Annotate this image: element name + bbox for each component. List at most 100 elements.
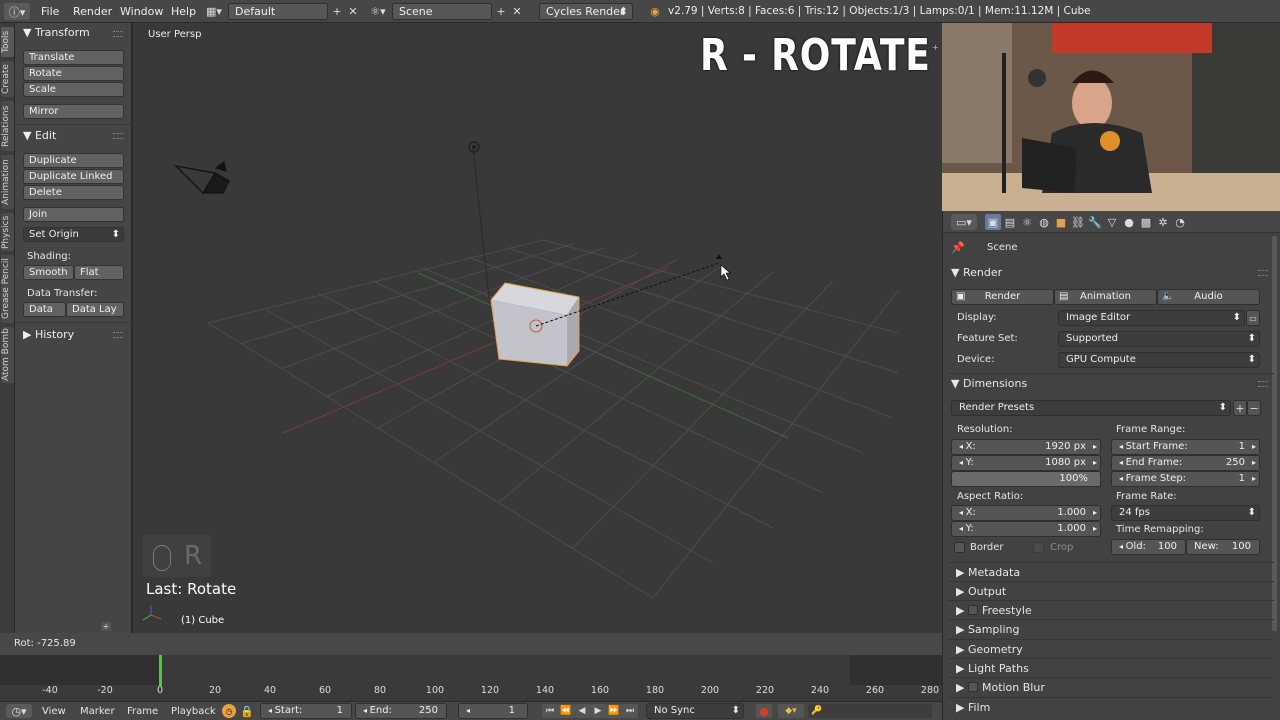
texture-tab-icon[interactable]: ▩ <box>1138 214 1154 230</box>
data-layout-button[interactable]: Data Lay <box>66 302 124 317</box>
keying-set-icon[interactable]: ◆▾ <box>778 704 804 718</box>
output-panel-header[interactable]: ▶ Output <box>948 581 1274 600</box>
animation-button[interactable]: ▤ Animation <box>1054 289 1157 305</box>
tab-create[interactable]: Create <box>1 61 14 97</box>
scale-button[interactable]: Scale <box>23 82 124 97</box>
join-button[interactable]: Join <box>23 207 124 222</box>
scene-tab-icon[interactable]: ⚛ <box>1019 214 1035 230</box>
resolution-x-field[interactable]: ◂ X: 1920 px ▸ <box>951 439 1101 455</box>
frame-step-field[interactable]: ◂ Frame Step: 1 ▸ <box>1111 471 1260 487</box>
info-editor-icon[interactable]: ⓘ▾ <box>4 3 30 20</box>
world-tab-icon[interactable]: ◍ <box>1036 214 1052 230</box>
tab-relations[interactable]: Relations <box>1 101 14 151</box>
play-icon[interactable]: ▶ <box>590 704 606 718</box>
freestyle-panel-header[interactable]: ▶ Freestyle <box>948 600 1274 619</box>
data-tab-icon[interactable]: ▽ <box>1104 214 1120 230</box>
end-field[interactable]: ◂ End: 250 <box>355 703 447 719</box>
add-layout-icon[interactable]: + <box>330 4 344 19</box>
film-panel-header[interactable]: ▶ Film <box>948 697 1274 716</box>
dimensions-panel-header[interactable]: ▼ Dimensions <box>951 377 1027 390</box>
jump-start-icon[interactable]: ⏮ <box>542 704 558 718</box>
data-transfer-button[interactable]: Data <box>23 302 66 317</box>
menu-render[interactable]: Render <box>73 5 112 18</box>
jump-keyframe-back-icon[interactable]: ⏪ <box>558 704 574 718</box>
menu-file[interactable]: File <box>41 5 59 18</box>
display-select[interactable]: Image Editor ⬍ <box>1058 310 1245 326</box>
panel-grip-icon[interactable] <box>113 133 123 139</box>
timeline-editor[interactable]: Rot: -725.89 <box>0 633 942 701</box>
render-button[interactable]: ▣ Render <box>951 289 1054 305</box>
history-panel-header[interactable]: ▶ History <box>23 328 74 341</box>
menu-window[interactable]: Window <box>120 5 163 18</box>
transform-panel-header[interactable]: ▼ Transform <box>23 26 90 39</box>
end-frame-field[interactable]: ◂ End Frame: 250 ▸ <box>1111 455 1260 471</box>
render-layers-tab-icon[interactable]: ▤ <box>1002 214 1018 230</box>
current-frame-field[interactable]: ◂ 1 <box>458 703 528 719</box>
menu-playback[interactable]: Playback <box>171 706 216 717</box>
layout-field[interactable]: Default <box>228 3 328 20</box>
aspect-x-field[interactable]: ◂ X: 1.000 ▸ <box>951 505 1101 521</box>
3d-viewport[interactable]: User Persp + R Last: Rotate (1) Cube <box>133 23 942 633</box>
start-frame-field[interactable]: ◂ Start Frame: 1 ▸ <box>1111 439 1260 455</box>
remove-layout-icon[interactable]: ✕ <box>346 4 360 19</box>
render-panel-header[interactable]: ▼ Render <box>951 266 1002 279</box>
edit-panel-header[interactable]: ▼ Edit <box>23 129 56 142</box>
tab-atom-bomb[interactable]: Atom Bomb <box>1 327 14 383</box>
panel-grip-icon[interactable] <box>1258 381 1268 387</box>
resolution-y-field[interactable]: ◂ Y: 1080 px ▸ <box>951 455 1101 471</box>
motion-blur-panel-header[interactable]: ▶ Motion Blur <box>948 677 1274 696</box>
scene-icon[interactable]: ⚛▾ <box>367 3 389 20</box>
time-new-field[interactable]: New: 100 <box>1186 539 1260 555</box>
tab-animation[interactable]: Animation <box>1 155 14 209</box>
duplicate-linked-button[interactable]: Duplicate Linked <box>23 169 124 184</box>
sync-mode-select[interactable]: No Sync ⬍ <box>646 703 744 719</box>
metadata-panel-header[interactable]: ▶ Metadata <box>948 562 1274 581</box>
menu-marker[interactable]: Marker <box>80 706 115 717</box>
menu-help[interactable]: Help <box>171 5 196 18</box>
set-origin-dropdown[interactable]: Set Origin ⬍ <box>23 227 124 242</box>
crop-checkbox[interactable] <box>1033 542 1044 553</box>
start-field[interactable]: ◂ Start: 1 <box>260 703 352 719</box>
screen-layout-icon[interactable]: ▦▾ <box>203 3 225 20</box>
flat-button[interactable]: Flat <box>74 265 124 280</box>
viewport-corner-icon[interactable]: + <box>932 43 940 52</box>
editor-type-icon[interactable]: ▭▾ <box>951 214 977 230</box>
remove-scene-icon[interactable]: ✕ <box>510 4 524 19</box>
freestyle-checkbox[interactable] <box>967 605 978 615</box>
pin-icon[interactable]: 📌 <box>951 240 965 254</box>
add-scene-icon[interactable]: + <box>494 4 508 19</box>
record-icon[interactable]: ● <box>756 704 772 718</box>
delete-button[interactable]: Delete <box>23 185 124 200</box>
object-tab-icon[interactable]: ■ <box>1053 214 1069 230</box>
physics-tab-icon[interactable]: ◔ <box>1172 214 1188 230</box>
tab-physics[interactable]: Physics <box>1 213 14 251</box>
material-tab-icon[interactable]: ● <box>1121 214 1137 230</box>
border-checkbox[interactable] <box>954 542 965 553</box>
jump-end-icon[interactable]: ⏭ <box>622 704 638 718</box>
menu-view[interactable]: View <box>42 706 66 717</box>
frame-rate-select[interactable]: 24 fps ⬍ <box>1111 505 1260 521</box>
translate-button[interactable]: Translate <box>23 50 124 65</box>
device-select[interactable]: GPU Compute ⬍ <box>1058 352 1260 368</box>
mirror-button[interactable]: Mirror <box>23 104 124 119</box>
audio-button[interactable]: 🔈 Audio <box>1157 289 1260 305</box>
motion-blur-checkbox[interactable] <box>967 682 978 692</box>
modifiers-tab-icon[interactable]: 🔧 <box>1087 214 1103 230</box>
render-presets-select[interactable]: Render Presets ⬍ <box>951 400 1231 416</box>
aspect-y-field[interactable]: ◂ Y: 1.000 ▸ <box>951 521 1101 537</box>
render-engine-select[interactable]: Cycles Render ⬍ <box>539 3 633 20</box>
smooth-button[interactable]: Smooth <box>23 265 74 280</box>
geometry-panel-header[interactable]: ▶ Geometry <box>948 639 1274 658</box>
play-reverse-icon[interactable]: ◀ <box>574 704 590 718</box>
active-keying-set-field[interactable]: 🔑 <box>808 704 932 718</box>
display-window-icon[interactable]: ▭ <box>1246 310 1260 326</box>
panel-grip-icon[interactable] <box>113 31 123 37</box>
add-preset-icon[interactable]: + <box>1233 400 1247 416</box>
preview-range-icon[interactable]: ◷ <box>222 704 236 718</box>
panel-grip-icon[interactable] <box>113 332 123 338</box>
panel-grip-icon[interactable] <box>1258 270 1268 276</box>
constraints-tab-icon[interactable]: ⛓ <box>1070 214 1086 230</box>
timeline-editor-type-icon[interactable]: ◷▾ <box>6 704 32 718</box>
scene-field[interactable]: Scene <box>392 3 492 20</box>
rotate-button[interactable]: Rotate <box>23 66 124 81</box>
